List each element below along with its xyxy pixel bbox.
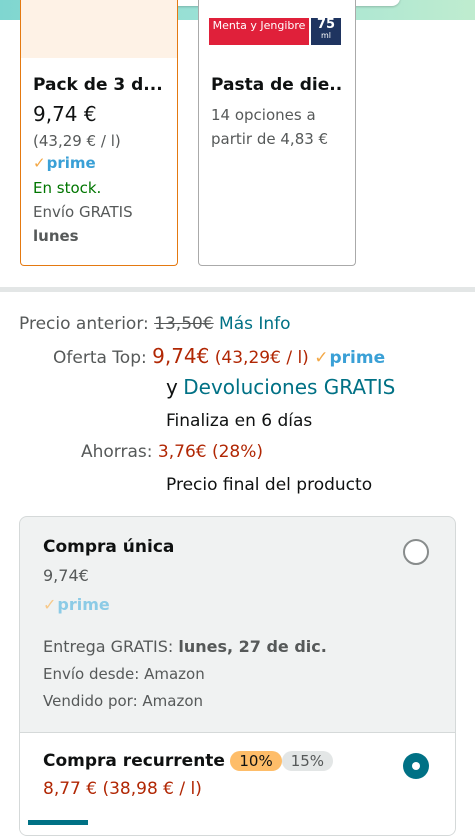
prime-badge: ✓prime	[43, 595, 110, 614]
returns-conjunction: y	[166, 375, 178, 399]
delivery-day: lunes	[33, 227, 79, 245]
shipping-info: Envío GRATIS	[33, 203, 133, 221]
delivery-date: lunes, 27 de dic.	[178, 637, 327, 656]
free-returns-link[interactable]: Devoluciones GRATIS	[183, 375, 395, 399]
offer-ends: Finaliza en 6 días	[166, 411, 313, 431]
check-icon: ✓	[43, 595, 57, 614]
recurring-purchase-title: Compra recurrente	[43, 751, 225, 771]
product-image	[21, 0, 177, 58]
stock-status: En stock.	[33, 179, 102, 197]
product-title: Pasta de die...	[211, 75, 343, 95]
delivery-info: Entrega GRATIS: lunes, 27 de dic.	[43, 637, 327, 656]
discount-15-pill[interactable]: 15%	[281, 751, 334, 771]
discount-10-pill[interactable]: 10%	[230, 751, 282, 771]
product-card[interactable]: Menta y Jengibre 75 ml Pasta de die... 14…	[198, 0, 356, 266]
check-icon: ✓	[33, 154, 46, 172]
single-purchase-price: 9,74€	[43, 566, 89, 585]
product-image-size: 75 ml	[311, 18, 341, 45]
savings-row: Ahorras: 3,76€ (28%)	[81, 442, 263, 462]
product-price: 9,74 €	[33, 102, 97, 126]
single-purchase-option[interactable]: Compra única 9,74€ ✓prime Entrega GRATIS…	[20, 517, 455, 732]
check-icon: ✓	[314, 348, 329, 368]
prime-badge: ✓prime	[33, 154, 96, 172]
previous-price-label: Precio anterior:	[19, 314, 149, 334]
offer-label: Oferta Top:	[53, 348, 147, 368]
delivery-label: Entrega GRATIS:	[43, 637, 174, 656]
savings-value: 3,76€ (28%)	[157, 442, 264, 462]
returns-row: y Devoluciones GRATIS	[166, 375, 395, 399]
previous-price-row: Precio anterior: 13,50€ Más Info	[19, 314, 291, 334]
prime-badge: ✓prime	[314, 348, 386, 368]
single-purchase-radio[interactable]	[403, 539, 429, 565]
ships-from: Envío desde: Amazon	[43, 665, 205, 683]
product-card-selected[interactable]: Pack de 3 d... 9,74 € (43,29 € / l) ✓pri…	[20, 0, 178, 266]
offer-unit-price: (43,29€ / l)	[214, 348, 309, 368]
bottom-tab-indicator	[28, 820, 88, 825]
offer-price: 9,74€	[152, 344, 210, 368]
recurring-purchase-radio[interactable]	[403, 753, 429, 779]
product-image-label: Menta y Jengibre	[209, 18, 309, 45]
product-options: 14 opciones a partir de 4,83 €	[211, 106, 329, 148]
product-carousel: Pack de 3 d... 9,74 € (43,29 € / l) ✓pri…	[0, 0, 475, 280]
offer-row: Oferta Top: 9,74€ (43,29€ / l) ✓prime	[53, 344, 385, 368]
recurring-purchase-price: 8,77 € (38,98 € / l)	[43, 779, 202, 799]
purchase-options: Compra única 9,74€ ✓prime Entrega GRATIS…	[19, 516, 456, 836]
previous-price-value: 13,50€	[154, 314, 214, 334]
final-price-note: Precio final del producto	[166, 475, 373, 495]
sold-by: Vendido por: Amazon	[43, 692, 204, 710]
single-purchase-title: Compra única	[43, 537, 175, 557]
more-info-link[interactable]: Más Info	[219, 314, 291, 334]
recurring-purchase-header: Compra recurrente 10% 15%	[43, 751, 334, 771]
section-divider	[0, 287, 475, 292]
product-unit-price: (43,29 € / l)	[33, 132, 121, 150]
product-title: Pack de 3 d...	[33, 75, 163, 95]
savings-label: Ahorras:	[81, 442, 153, 462]
product-image: Menta y Jengibre 75 ml	[199, 0, 355, 58]
